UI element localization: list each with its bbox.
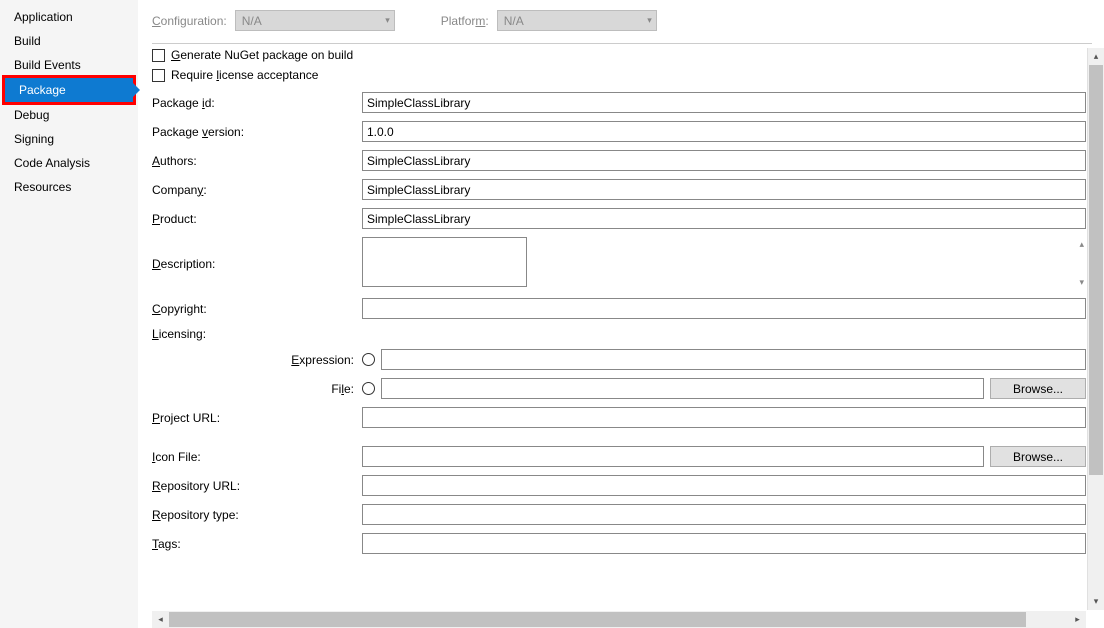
expression-input[interactable] — [381, 349, 1086, 370]
icon-file-label: Icon File: — [152, 450, 362, 464]
repository-type-label: Repository type: — [152, 508, 362, 522]
tags-label: Tags: — [152, 537, 362, 551]
divider — [152, 43, 1092, 44]
highlight-box: Package — [2, 75, 136, 105]
generate-nuget-checkbox[interactable] — [152, 49, 165, 62]
company-input[interactable] — [362, 179, 1086, 200]
configuration-value: N/A — [242, 14, 262, 28]
licensing-label: Licensing: — [152, 327, 362, 341]
icon-file-input[interactable] — [362, 446, 984, 467]
sidebar-item-code-analysis[interactable]: Code Analysis — [0, 151, 138, 175]
chevron-down-icon: ▾ — [647, 15, 652, 26]
company-label: Company: — [152, 183, 362, 197]
chevron-down-icon: ▾ — [385, 15, 390, 26]
package-version-label: Package version: — [152, 125, 362, 139]
sidebar-item-build[interactable]: Build — [0, 29, 138, 53]
tags-input[interactable] — [362, 533, 1086, 554]
browse-license-button[interactable]: Browse... — [990, 378, 1086, 399]
project-url-input[interactable] — [362, 407, 1086, 428]
scroll-up-icon: ▴ — [1079, 239, 1084, 250]
platform-value: N/A — [504, 14, 524, 28]
scroll-down-icon: ▾ — [1079, 277, 1084, 288]
copyright-input[interactable] — [362, 298, 1086, 319]
require-license-checkbox[interactable] — [152, 69, 165, 82]
scroll-thumb[interactable] — [1089, 65, 1103, 475]
config-row: Configuration: N/A ▾ Platform: N/A ▾ — [152, 10, 1092, 31]
file-radio[interactable] — [362, 382, 375, 395]
file-label: File: — [152, 382, 362, 396]
package-id-input[interactable] — [362, 92, 1086, 113]
repository-type-input[interactable] — [362, 504, 1086, 525]
sidebar-item-package[interactable]: Package — [5, 78, 133, 102]
scroll-right-icon[interactable]: ▸ — [1069, 611, 1086, 628]
repository-url-label: Repository URL: — [152, 479, 362, 493]
scroll-thumb[interactable] — [169, 612, 1026, 627]
scroll-area: Generate NuGet package on build Require … — [152, 48, 1086, 610]
authors-input[interactable] — [362, 150, 1086, 171]
file-input[interactable] — [381, 378, 984, 399]
authors-label: Authors: — [152, 154, 362, 168]
package-id-label: Package id: — [152, 96, 362, 110]
description-input[interactable] — [362, 237, 527, 287]
platform-combo[interactable]: N/A ▾ — [497, 10, 657, 31]
sidebar-item-build-events[interactable]: Build Events — [0, 53, 138, 77]
sidebar: Application Build Build Events Package D… — [0, 0, 138, 628]
sidebar-item-resources[interactable]: Resources — [0, 175, 138, 199]
generate-nuget-label: Generate NuGet package on build — [171, 48, 353, 62]
repository-url-input[interactable] — [362, 475, 1086, 496]
sidebar-item-signing[interactable]: Signing — [0, 127, 138, 151]
expression-radio[interactable] — [362, 353, 375, 366]
product-label: Product: — [152, 212, 362, 226]
scroll-up-icon[interactable]: ▴ — [1088, 48, 1104, 65]
project-url-label: Project URL: — [152, 411, 362, 425]
platform-label: Platform: — [441, 14, 489, 28]
configuration-label: Configuration: — [152, 14, 227, 28]
browse-icon-button[interactable]: Browse... — [990, 446, 1086, 467]
description-label: Description: — [152, 257, 362, 271]
copyright-label: Copyright: — [152, 302, 362, 316]
horizontal-scrollbar[interactable]: ◂ ▸ — [152, 611, 1086, 628]
product-input[interactable] — [362, 208, 1086, 229]
package-version-input[interactable] — [362, 121, 1086, 142]
require-license-label: Require license acceptance — [171, 68, 318, 82]
sidebar-item-debug[interactable]: Debug — [0, 103, 138, 127]
main-panel: Configuration: N/A ▾ Platform: N/A ▾ Gen… — [138, 0, 1104, 628]
sidebar-item-application[interactable]: Application — [0, 5, 138, 29]
scroll-down-icon[interactable]: ▾ — [1088, 593, 1104, 610]
expression-label: Expression: — [152, 353, 362, 367]
configuration-combo[interactable]: N/A ▾ — [235, 10, 395, 31]
scroll-left-icon[interactable]: ◂ — [152, 611, 169, 628]
vertical-scrollbar[interactable]: ▴ ▾ — [1087, 48, 1104, 610]
